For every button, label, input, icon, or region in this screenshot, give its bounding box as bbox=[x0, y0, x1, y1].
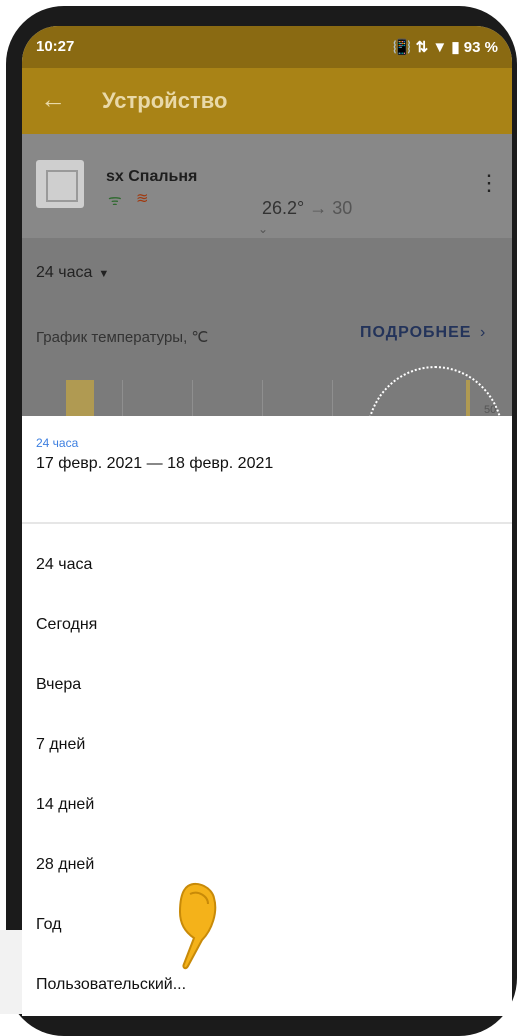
selected-period-label: 24 часа bbox=[36, 436, 79, 450]
option-24h[interactable]: 24 часа bbox=[36, 556, 92, 574]
status-icons: 📳 ⇅ ▼ ▮ 93 % bbox=[393, 38, 498, 56]
selected-date-range: 17 февр. 2021 — 18 февр. 2021 bbox=[36, 455, 274, 472]
heating-icon: ≋ bbox=[136, 190, 149, 207]
more-button[interactable]: ПОДРОБНЕЕ bbox=[360, 324, 471, 342]
period-value: 24 часа bbox=[36, 264, 93, 281]
status-bar: 10:27 📳 ⇅ ▼ ▮ 93 % bbox=[22, 26, 512, 68]
chart-title: График температуры, ℃ bbox=[36, 329, 209, 346]
option-custom[interactable]: Пользовательский... bbox=[36, 976, 186, 994]
chart-gridline bbox=[122, 380, 123, 420]
page-title: Устройство bbox=[102, 88, 228, 113]
chart-gridline bbox=[262, 380, 263, 420]
side-panel bbox=[0, 930, 22, 1014]
arrow-right-icon: → bbox=[309, 198, 328, 218]
device-thumbnail bbox=[36, 160, 84, 208]
pointing-hand-icon bbox=[178, 882, 217, 970]
status-time: 10:27 bbox=[36, 38, 75, 55]
option-7-days[interactable]: 7 дней bbox=[36, 736, 85, 754]
option-14-days[interactable]: 14 дней bbox=[36, 796, 94, 814]
back-arrow-icon[interactable]: ← bbox=[40, 86, 66, 112]
option-yesterday[interactable]: Вчера bbox=[36, 676, 81, 694]
period-dropdown[interactable]: 24 часа ▼ bbox=[36, 264, 109, 282]
battery-percent: 93 % bbox=[463, 39, 498, 56]
wifi-icon: ᯤ bbox=[108, 192, 122, 209]
chart-heating-bar bbox=[66, 380, 94, 420]
period-bottom-sheet: 24 часа 17 февр. 2021 — 18 февр. 2021 24… bbox=[22, 416, 512, 1016]
more-vert-icon[interactable]: ⋮ bbox=[478, 172, 500, 194]
device-card[interactable]: sx Спальня ᯤ ≋ 26.2° → 30 ⌄ ⋮ bbox=[22, 134, 512, 238]
chevron-down-icon[interactable]: ⌄ bbox=[258, 222, 268, 236]
option-today[interactable]: Сегодня bbox=[36, 616, 97, 634]
option-year[interactable]: Год bbox=[36, 916, 61, 934]
device-name: sx Спальня bbox=[106, 168, 198, 185]
chevron-right-icon: › bbox=[480, 324, 486, 341]
divider bbox=[22, 522, 512, 524]
device-content: sx Спальня ᯤ ≋ 26.2° → 30 ⌄ ⋮ 24 часа ▼ Г… bbox=[22, 134, 512, 510]
app-bar: ← Устройство bbox=[22, 68, 512, 134]
status-icons-glyphs: 📳 ⇅ ▼ ▮ bbox=[392, 39, 464, 56]
option-28-days[interactable]: 28 дней bbox=[36, 856, 94, 874]
target-temperature: 30 bbox=[332, 198, 353, 218]
caret-down-icon: ▼ bbox=[98, 268, 110, 280]
temperature-readout: 26.2° → 30 bbox=[262, 198, 352, 219]
phone-frame: 10:27 📳 ⇅ ▼ ▮ 93 % ← Устройство sx Спаль… bbox=[0, 0, 523, 1036]
chart-gridline bbox=[192, 380, 193, 420]
current-temperature: 26.2° bbox=[262, 198, 305, 218]
screen: 10:27 📳 ⇅ ▼ ▮ 93 % ← Устройство sx Спаль… bbox=[22, 26, 512, 1016]
chart-gridline bbox=[332, 380, 333, 420]
